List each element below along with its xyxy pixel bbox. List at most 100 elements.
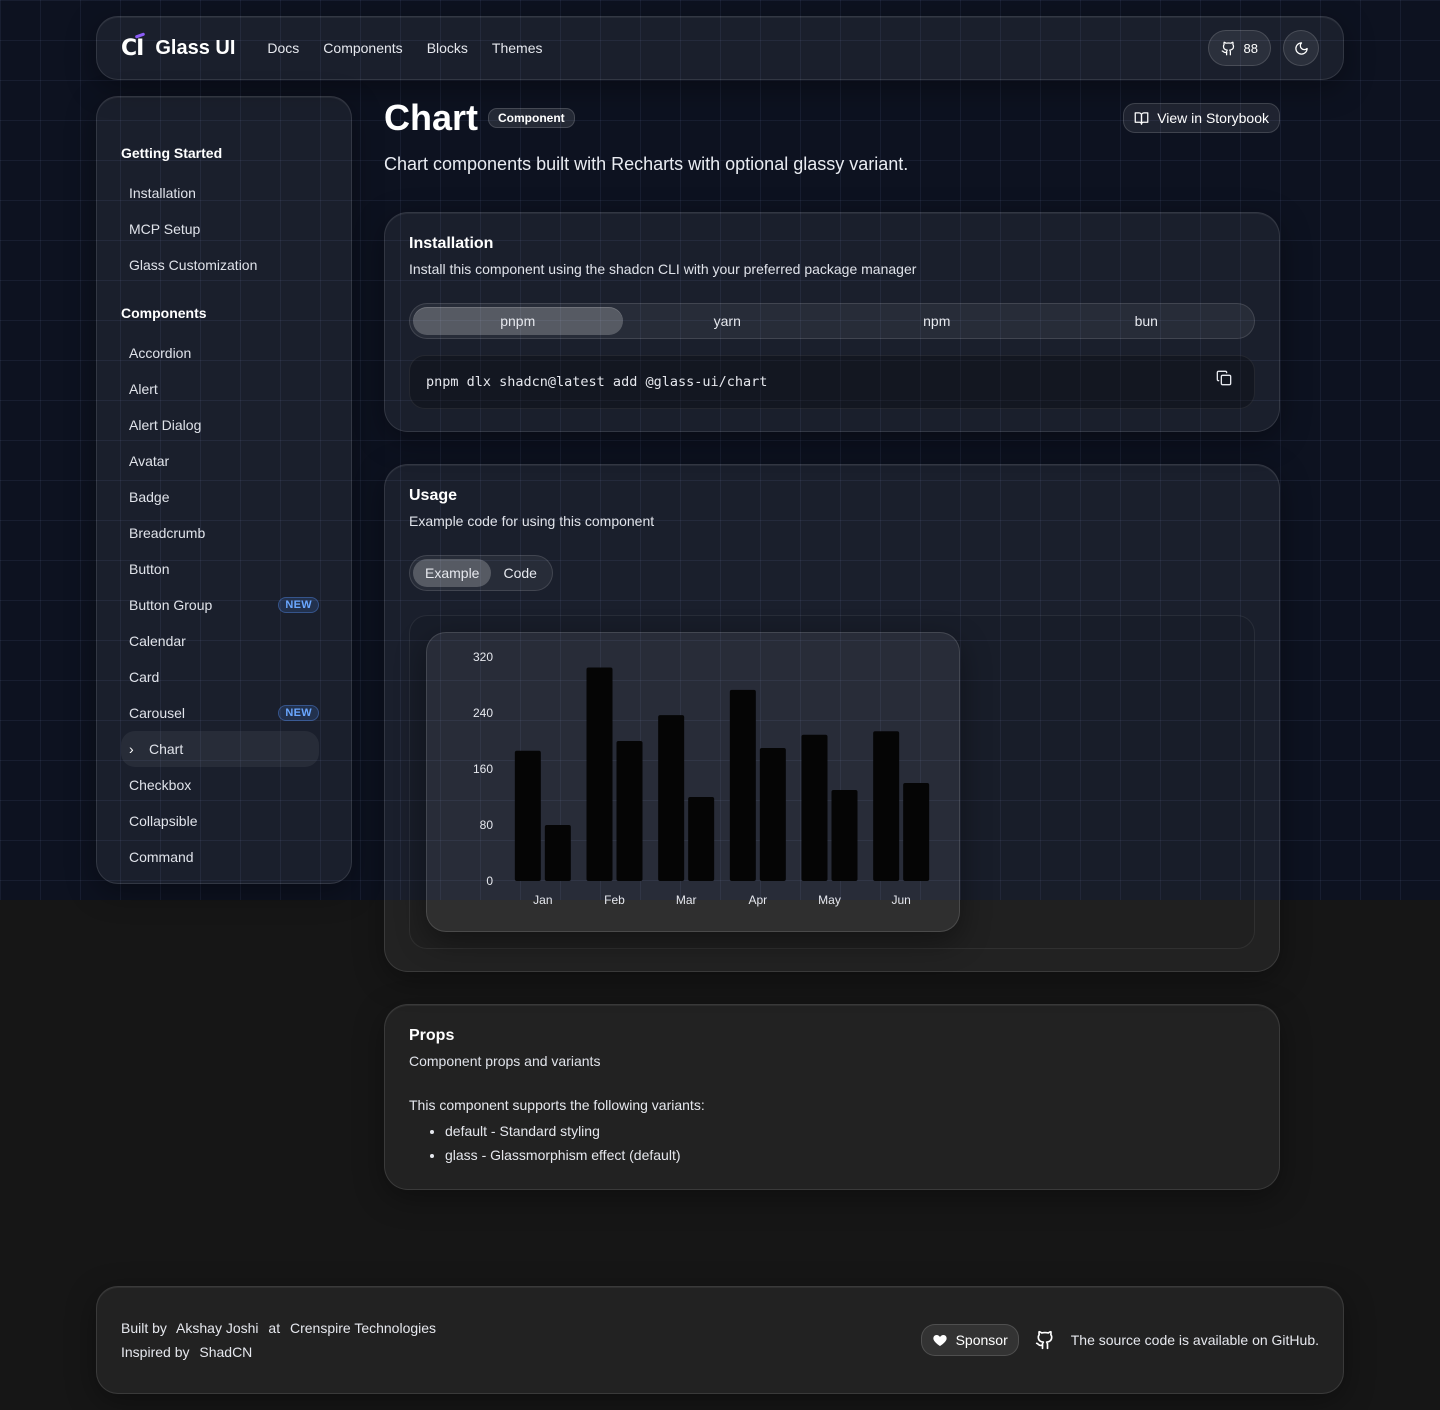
logo[interactable]: CI Glass UI [121,36,235,61]
installation-title: Installation [409,235,494,252]
y-tick-label: 320 [473,650,493,664]
chart-bar[interactable] [658,715,685,881]
github-icon [1221,41,1234,55]
x-tick-label: May [818,893,841,907]
sidebar-item-label: Calendar [129,633,186,649]
chart-bar[interactable] [903,783,930,881]
tab-pnpm[interactable]: pnpm [413,307,623,335]
chart-bar[interactable] [759,748,786,881]
sidebar-item-card[interactable]: Card [121,659,319,695]
chart-bar[interactable] [616,741,643,881]
installation-card: Installation Install this component usin… [384,212,1280,432]
y-tick-label: 240 [473,706,493,720]
x-tick-label: Feb [604,893,625,907]
sidebar-item-command[interactable]: Command [121,839,319,875]
sidebar-item-breadcrumb[interactable]: Breadcrumb [121,515,319,551]
sidebar-item-label: Breadcrumb [129,525,206,541]
sidebar-item-label: Glass Customization [129,257,258,273]
main-nav: Docs Components Blocks Themes [267,40,542,56]
sidebar-item-alert[interactable]: Alert [121,371,319,407]
install-command: pnpm dlx shadcn@latest add @glass-ui/cha… [426,374,768,390]
usage-card: Usage Example code for using this compon… [384,464,1280,972]
bar-chart-card: 0 80 160 240 320 Jan Feb Mar Apr May Jun [426,632,960,932]
sidebar-group-title-getting-started: Getting Started [121,145,223,161]
chevron-right-icon: › [129,741,134,757]
chart-bar[interactable] [586,667,613,882]
sidebar-item-installation[interactable]: Installation [121,175,319,211]
view-in-storybook-button[interactable]: View in Storybook [1123,103,1280,133]
tab-bun[interactable]: bun [1042,307,1252,335]
sidebar-item-label: Accordion [129,345,192,361]
sponsor-button[interactable]: Sponsor [920,1324,1019,1356]
logo-text: Glass UI [155,36,236,59]
logo-mark-icon: CI [121,35,144,61]
tab-yarn[interactable]: yarn [623,307,833,335]
props-subtitle: Component props and variants [409,1053,601,1069]
props-card: Props Component props and variants This … [384,1004,1280,1190]
inspired-by-label: Inspired by [121,1344,190,1360]
title-row: Chart Component View in Storybook [384,97,1280,138]
new-badge: NEW [278,705,319,721]
sidebar-item-collapsible[interactable]: Collapsible [121,803,319,839]
source-code-text[interactable]: The source code is available on GitHub. [1071,1332,1319,1348]
heart-icon [932,1335,947,1346]
tab-example[interactable]: Example [413,559,492,587]
sidebar-item-label: Installation [129,185,196,201]
company-link[interactable]: Crenspire Technologies [290,1320,436,1336]
sidebar-item-checkbox[interactable]: Checkbox [121,767,319,803]
sidebar-item-chart[interactable]: › Chart [121,731,319,767]
example-preview: 0 80 160 240 320 Jan Feb Mar Apr May Jun [409,615,1255,949]
sidebar-item-calendar[interactable]: Calendar [121,623,319,659]
copy-icon[interactable] [1216,370,1232,386]
shadcn-link[interactable]: ShadCN [199,1344,252,1360]
x-tick-label: Jun [891,893,910,907]
install-command-box: pnpm dlx shadcn@latest add @glass-ui/cha… [409,355,1255,409]
sidebar-item-label: Command [129,849,194,865]
main-content: Chart Component View in Storybook Chart … [384,96,1280,1190]
author-link[interactable]: Akshay Joshi [176,1320,258,1336]
nav-themes[interactable]: Themes [492,40,543,56]
header-actions: 88 [1207,30,1319,66]
sidebar-item-carousel[interactable]: Carousel NEW [121,695,319,731]
footer-credits: Built by Akshay Joshi at Crenspire Techn… [121,1316,442,1364]
moon-icon [1294,41,1308,55]
github-stars-button[interactable]: 88 [1207,30,1271,66]
sidebar-item-button-group[interactable]: Button Group NEW [121,587,319,623]
sidebar-item-label: Avatar [129,453,170,469]
chart-bar[interactable] [831,790,858,881]
x-tick-label: Apr [748,893,767,907]
chart-bar[interactable] [688,797,715,881]
nav-docs[interactable]: Docs [267,40,299,56]
list-item: glass - Glassmorphism effect (default) [445,1147,1255,1163]
usage-title: Usage [409,487,458,504]
tab-npm[interactable]: npm [832,307,1042,335]
sidebar-item-mcp-setup[interactable]: MCP Setup [121,211,319,247]
chart-bar[interactable] [544,825,571,881]
sidebar-item-label: Alert Dialog [129,417,202,433]
chart-bar[interactable] [873,731,900,881]
list-item: default - Standard styling [445,1123,1255,1139]
props-content: This component supports the following va… [409,1097,1255,1163]
theme-toggle-button[interactable] [1283,30,1319,66]
sidebar-item-label: Collapsible [129,813,198,829]
sidebar-item-button[interactable]: Button [121,551,319,587]
nav-components[interactable]: Components [323,40,402,56]
built-by-label: Built by [121,1320,167,1336]
chart-bar[interactable] [729,689,756,881]
tab-code[interactable]: Code [491,559,548,587]
sidebar-item-glass-customization[interactable]: Glass Customization [121,247,319,283]
sidebar-group-title-components: Components [121,305,207,321]
storybook-label: View in Storybook [1157,110,1269,126]
props-intro: This component supports the following va… [409,1097,705,1113]
sidebar-item-avatar[interactable]: Avatar [121,443,319,479]
sidebar-item-accordion[interactable]: Accordion [121,335,319,371]
sidebar-item-alert-dialog[interactable]: Alert Dialog [121,407,319,443]
sidebar-item-label: Checkbox [129,777,192,793]
sidebar-item-badge[interactable]: Badge [121,479,319,515]
chart-bar[interactable] [801,734,828,881]
github-icon[interactable] [1035,1330,1055,1350]
chart-bar[interactable] [514,750,541,881]
sidebar: Getting Started Installation MCP Setup G… [96,96,352,884]
nav-blocks[interactable]: Blocks [427,40,468,56]
installation-subtitle: Install this component using the shadcn … [409,261,917,277]
